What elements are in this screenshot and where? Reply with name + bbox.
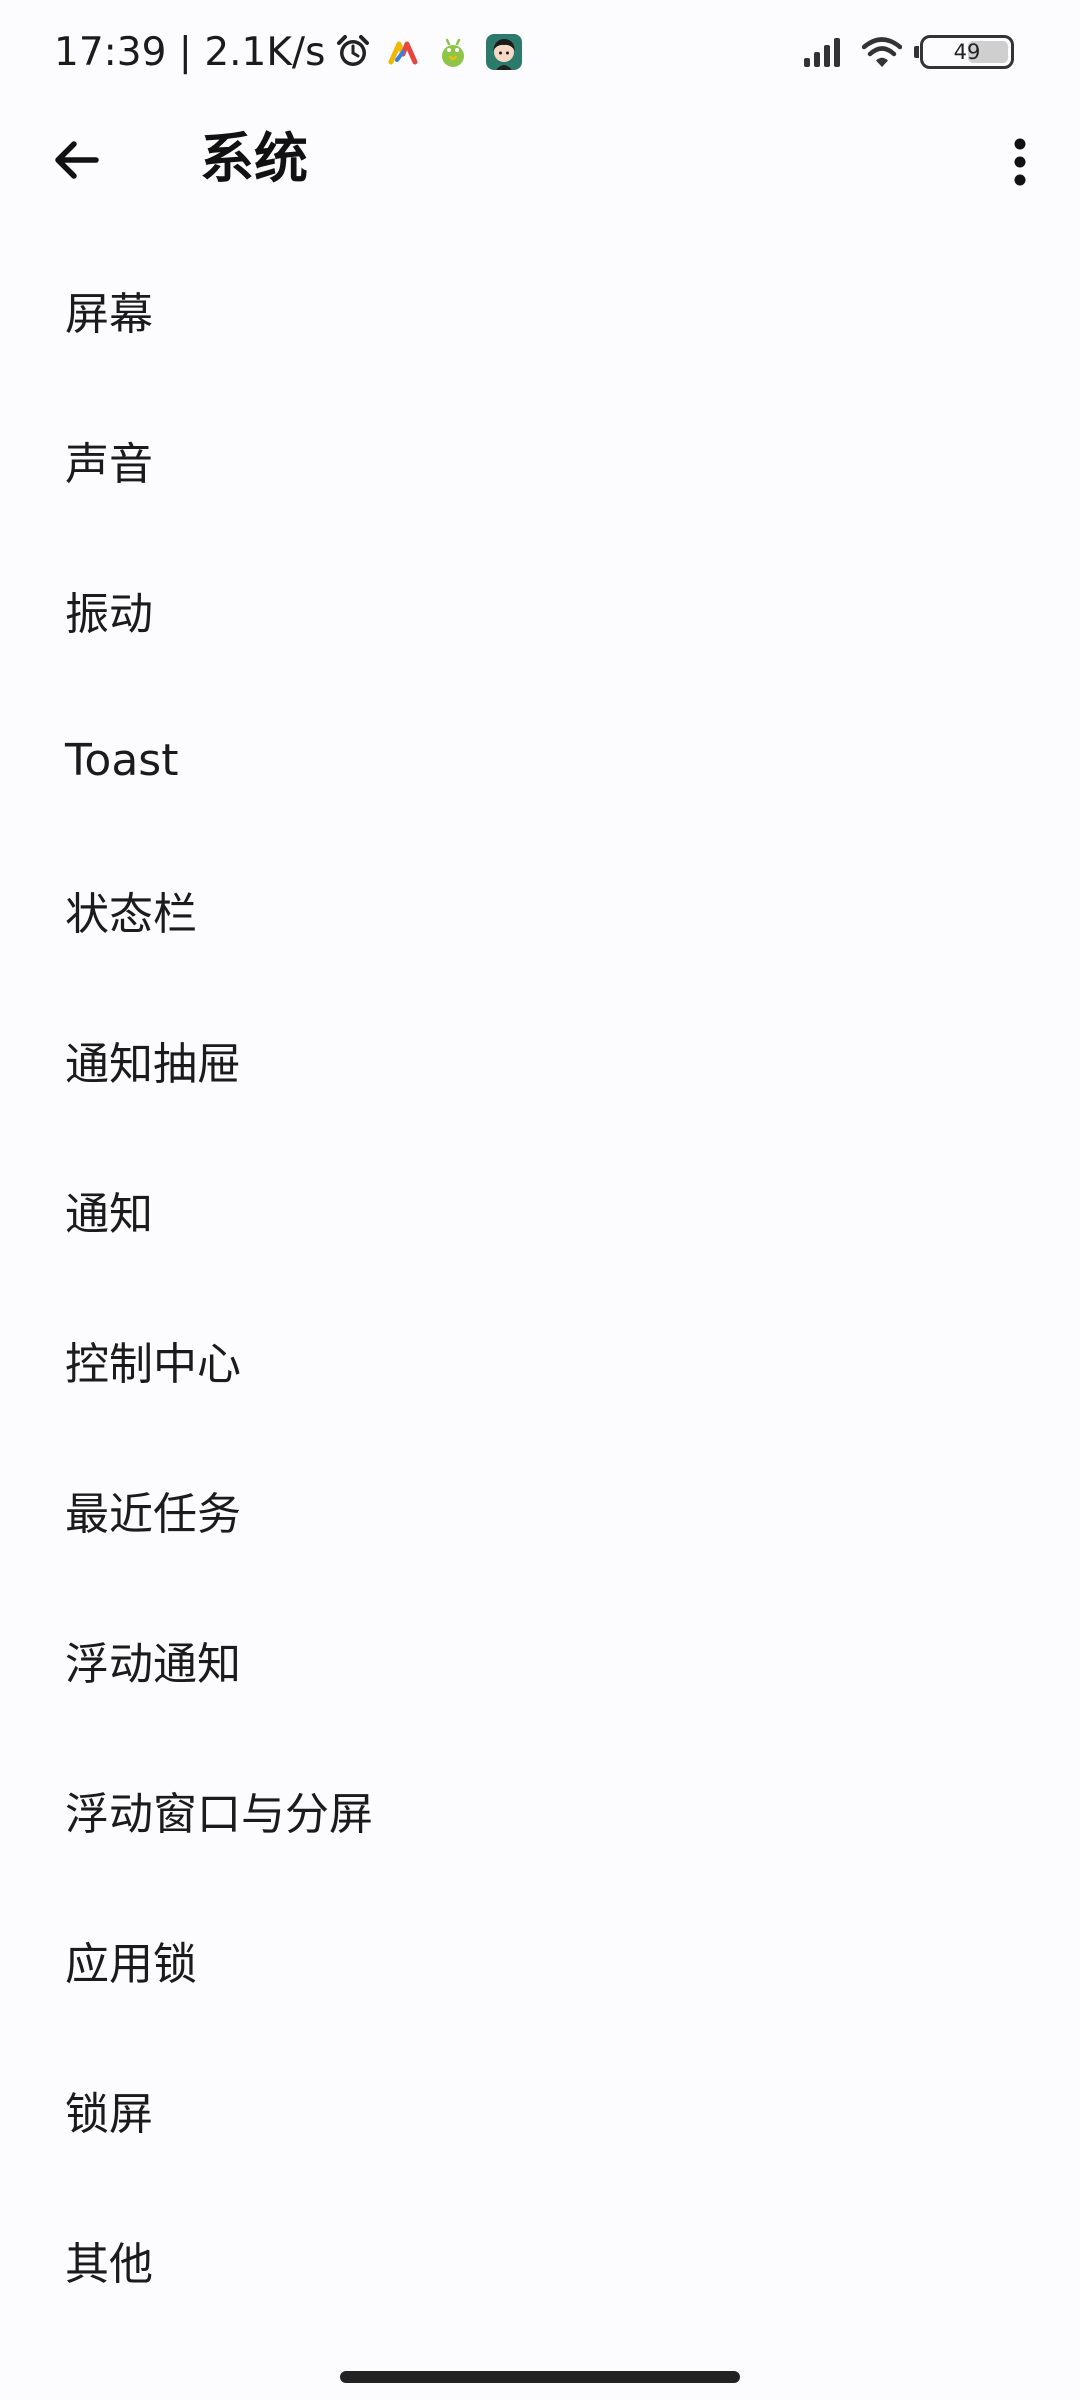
- app-bar: 系统: [0, 104, 1080, 210]
- page-title: 系统: [200, 127, 308, 190]
- list-item-label: 控制中心: [65, 1339, 241, 1390]
- app-notification-icon: [385, 34, 421, 70]
- list-item-control-center[interactable]: 控制中心: [0, 1285, 1080, 1435]
- battery-icon: 49: [914, 35, 1014, 69]
- list-item-label: 浮动通知: [65, 1639, 241, 1690]
- list-item-label: 应用锁: [65, 1939, 197, 1990]
- list-item-label: 最近任务: [65, 1489, 241, 1540]
- list-item-label: 屏幕: [65, 289, 153, 340]
- list-item-label: 通知抽屉: [65, 1039, 241, 1090]
- wifi-icon: [862, 36, 902, 68]
- settings-list: 屏幕 声音 振动 Toast 状态栏 通知抽屉 通知 控制中心 最近任务 浮动通…: [0, 235, 1080, 2335]
- battery-level-text: 49: [953, 40, 981, 64]
- arrow-left-icon: [55, 141, 99, 179]
- list-item-label: 声音: [65, 439, 153, 490]
- list-item-lock-screen[interactable]: 锁屏: [0, 2035, 1080, 2185]
- status-left: 17:39 | 2.1K/s: [54, 24, 537, 80]
- system-settings-screen: 17:39 | 2.1K/s 49 系统 屏幕 声音 振动 Toast 状态栏 …: [0, 0, 1080, 2400]
- status-time-speed: 17:39 | 2.1K/s: [54, 29, 326, 75]
- list-item-screen[interactable]: 屏幕: [0, 235, 1080, 385]
- list-item-floating-notifications[interactable]: 浮动通知: [0, 1585, 1080, 1735]
- signal-icon: [802, 36, 844, 68]
- list-item-label: 状态栏: [65, 889, 197, 940]
- list-item-toast[interactable]: Toast: [0, 685, 1080, 835]
- list-item-other[interactable]: 其他: [0, 2185, 1080, 2335]
- list-item-label: 其他: [65, 2239, 153, 2290]
- list-item-label: 通知: [65, 1189, 153, 1240]
- list-item-label: Toast: [65, 734, 179, 786]
- more-vertical-icon: [1014, 138, 1026, 186]
- list-item-notifications[interactable]: 通知: [0, 1135, 1080, 1285]
- back-button[interactable]: [40, 124, 112, 196]
- list-item-floating-window-split-screen[interactable]: 浮动窗口与分屏: [0, 1735, 1080, 1885]
- list-item-status-bar[interactable]: 状态栏: [0, 835, 1080, 985]
- list-item-label: 振动: [65, 589, 153, 640]
- home-gesture-bar[interactable]: [340, 2371, 740, 2383]
- list-item-notification-drawer[interactable]: 通知抽屉: [0, 985, 1080, 1135]
- list-item-label: 浮动窗口与分屏: [65, 1789, 373, 1840]
- list-item-app-lock[interactable]: 应用锁: [0, 1885, 1080, 2035]
- notification-icons: [335, 33, 537, 71]
- status-bar: 17:39 | 2.1K/s 49: [0, 0, 1080, 104]
- avatar-app-icon: [485, 33, 523, 71]
- android-robot-icon: [435, 34, 471, 70]
- list-item-sound[interactable]: 声音: [0, 385, 1080, 535]
- list-item-recent-tasks[interactable]: 最近任务: [0, 1435, 1080, 1585]
- status-right: 49: [784, 28, 1014, 76]
- more-options-button[interactable]: [990, 126, 1050, 198]
- list-item-label: 锁屏: [65, 2089, 153, 2140]
- list-item-vibration[interactable]: 振动: [0, 535, 1080, 685]
- alarm-icon: [335, 34, 371, 70]
